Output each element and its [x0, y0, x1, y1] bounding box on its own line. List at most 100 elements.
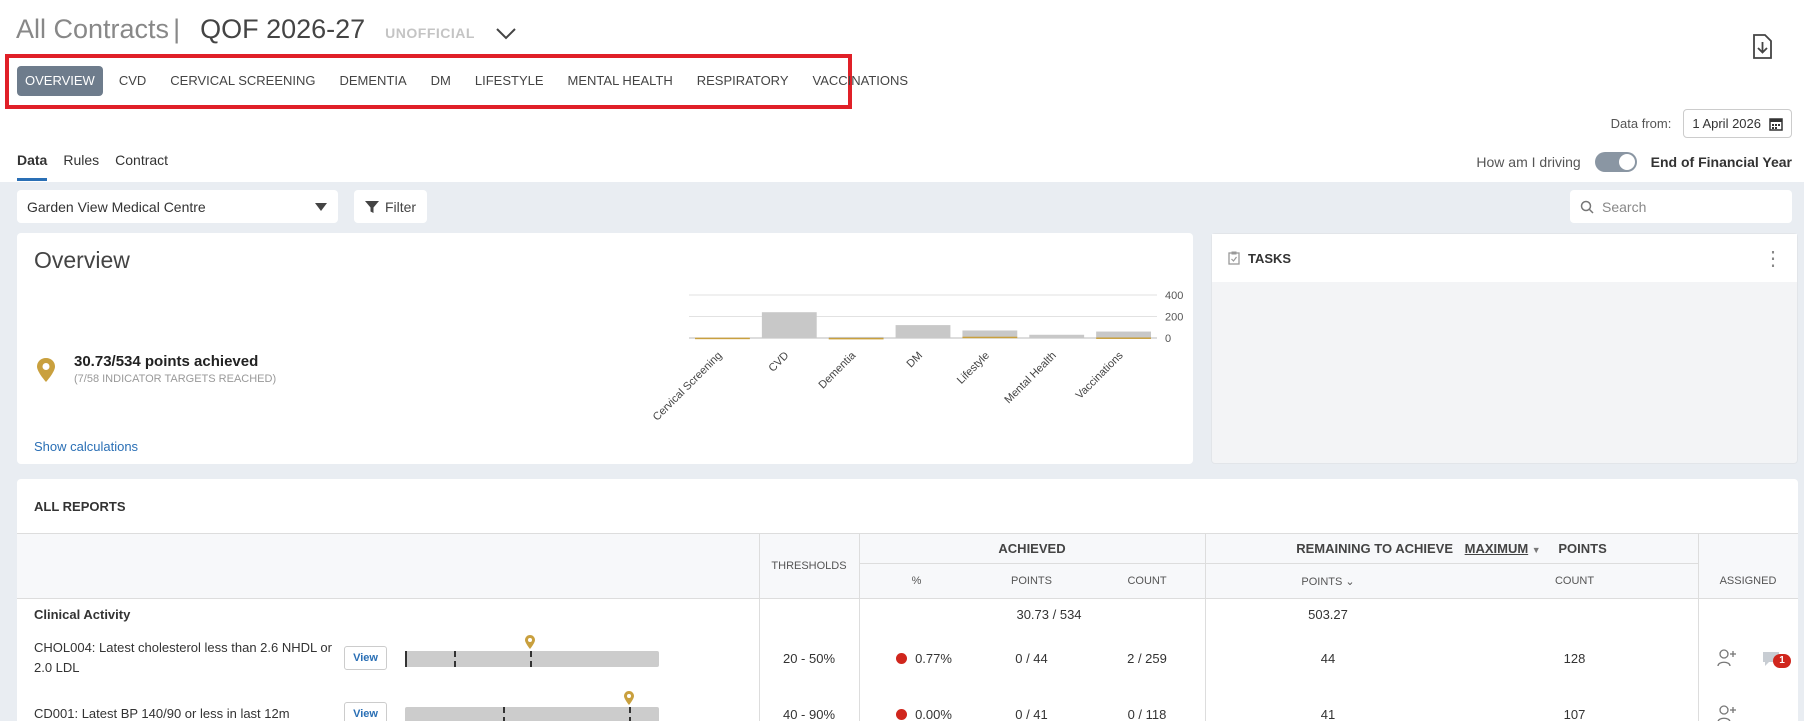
progress-fill [405, 651, 407, 667]
bar-achieved [695, 337, 750, 340]
progress-track [405, 707, 659, 721]
section-remaining: 503.27 [1308, 607, 1348, 622]
pct-value: 0.00% [915, 707, 952, 721]
remaining-points-header[interactable]: POINTS ⌄ [1205, 575, 1451, 588]
chevron-down-icon[interactable] [494, 26, 518, 42]
x-tick-label: Lifestyle [955, 350, 992, 387]
tab-dm[interactable]: DM [423, 66, 459, 96]
sub-tabs: Data Rules Contract [17, 152, 168, 181]
subtab-contract[interactable]: Contract [115, 152, 168, 181]
indicator-name[interactable]: CHOL004: Latest cholesterol less than 2.… [34, 638, 334, 678]
search-placeholder: Search [1602, 198, 1647, 215]
data-from-label: Data from: [1610, 116, 1672, 131]
tab-cvd[interactable]: CVD [111, 66, 154, 96]
column-divider [1205, 533, 1206, 721]
pct-header: % [911, 575, 922, 587]
y-tick-label: 200 [1165, 312, 1183, 324]
achieved-pct: 0.00% [874, 707, 974, 721]
tab-lifestyle[interactable]: LIFESTYLE [467, 66, 552, 96]
x-tick-label: CVD [766, 350, 791, 375]
header-subdivider [859, 563, 1698, 564]
targets-reached: (7/58 INDICATOR TARGETS REACHED) [74, 373, 277, 385]
bar-achieved [962, 336, 1018, 339]
column-divider [859, 533, 860, 721]
status-badge: UNOFFICIAL [385, 25, 475, 41]
y-tick-label: 400 [1165, 290, 1183, 302]
x-tick-label: Dementia [816, 349, 858, 391]
subtab-rules[interactable]: Rules [63, 152, 99, 181]
achieved-pct: 0.77% [874, 651, 974, 666]
caret-down-icon: ▼ [1531, 545, 1541, 555]
comment-count-badge: 1 [1773, 654, 1791, 668]
points-header: POINTS [1558, 541, 1607, 556]
remaining-points: 41 [1320, 707, 1336, 721]
remaining-points-label: POINTS [1301, 576, 1343, 588]
subtab-data[interactable]: Data [17, 152, 48, 181]
app-title[interactable]: All Contracts [16, 14, 169, 45]
driving-toggle[interactable] [1594, 152, 1637, 172]
x-tick-label: Cervical Screening [651, 350, 725, 424]
tab-vaccinations[interactable]: VACCINATIONS [805, 66, 917, 96]
contract-name: QOF 2026-27 [200, 14, 366, 44]
clipboard-icon [1228, 251, 1240, 265]
driving-label: How am I driving [1476, 154, 1581, 170]
thresholds-header: THRESHOLDS [771, 560, 847, 572]
bar [895, 325, 951, 338]
toggle-knob [1617, 153, 1636, 171]
section-label: Clinical Activity [34, 607, 131, 622]
tab-mental-health[interactable]: MENTAL HEALTH [560, 66, 681, 96]
reports-card: ALL REPORTS THRESHOLDS ACHIEVED REMAININ… [17, 479, 1798, 721]
search-icon [1580, 200, 1594, 214]
search-input[interactable]: Search [1570, 190, 1792, 223]
tab-overview[interactable]: OVERVIEW [17, 66, 103, 96]
status-dot [896, 653, 908, 664]
x-tick-label: Mental Health [1002, 350, 1058, 406]
title-separator: | [173, 14, 181, 44]
achieved-count: 0 / 118 [1127, 707, 1167, 721]
assign-user-icon[interactable] [1717, 649, 1737, 667]
progress-track [405, 651, 659, 667]
tab-dementia[interactable]: DEMENTIA [332, 66, 415, 96]
threshold-marker [454, 651, 456, 667]
pct-value: 0.77% [915, 651, 952, 666]
threshold-marker [530, 651, 532, 667]
x-tick-label: DM [905, 350, 926, 371]
achieved-header: ACHIEVED [998, 541, 1066, 556]
date-value: 1 April 2026 [1692, 116, 1761, 131]
bar-achieved [1096, 337, 1151, 339]
driving-value: End of Financial Year [1650, 154, 1792, 170]
practice-select[interactable]: Garden View Medical Centre [17, 190, 338, 223]
view-button[interactable]: View [344, 702, 387, 721]
show-calculations-link[interactable]: Show calculations [34, 439, 138, 454]
assigned-header: ASSIGNED [1719, 575, 1777, 587]
remaining-points: 44 [1320, 651, 1336, 666]
maximum-dropdown[interactable]: MAXIMUM [1465, 541, 1529, 556]
x-tick-label: Vaccinations [1074, 349, 1126, 401]
bar [1096, 331, 1151, 338]
view-button[interactable]: View [344, 646, 387, 670]
calendar-icon [1769, 117, 1783, 131]
indicator-name[interactable]: CD001: Latest BP 140/90 or less in last … [34, 704, 334, 721]
remaining-label: REMAINING TO ACHIEVE [1296, 541, 1453, 556]
assign-user-icon[interactable] [1717, 705, 1737, 721]
caret-down-icon [315, 202, 327, 211]
download-icon[interactable] [1750, 34, 1774, 60]
remaining-count: 128 [1563, 651, 1586, 666]
bar [1029, 334, 1085, 338]
tasks-title: TASKS [1248, 250, 1292, 266]
tasks-card: TASKS ⋮ [1211, 233, 1798, 464]
achieved-count: 2 / 259 [1127, 651, 1167, 666]
tab-respiratory[interactable]: RESPIRATORY [689, 66, 797, 96]
filter-icon [364, 200, 379, 213]
tab-cervical-screening[interactable]: CERVICAL SCREENING [162, 66, 323, 96]
achieved-points: 0 / 41 [1015, 707, 1048, 721]
filter-button[interactable]: Filter [354, 190, 427, 223]
date-picker[interactable]: 1 April 2026 [1683, 109, 1792, 138]
points-achieved: 30.73/534 points achieved [74, 353, 259, 370]
overview-bar-chart: 400 200 0 Cervical Screening CVD Dementia DM Li… [651, 290, 1184, 424]
bar [761, 312, 817, 338]
kebab-menu-icon[interactable]: ⋮ [1763, 246, 1783, 271]
target-pin-icon [525, 635, 535, 649]
title-row: All Contracts | QOF 2026-27 UNOFFICIAL [16, 14, 475, 45]
practice-value: Garden View Medical Centre [27, 198, 206, 215]
